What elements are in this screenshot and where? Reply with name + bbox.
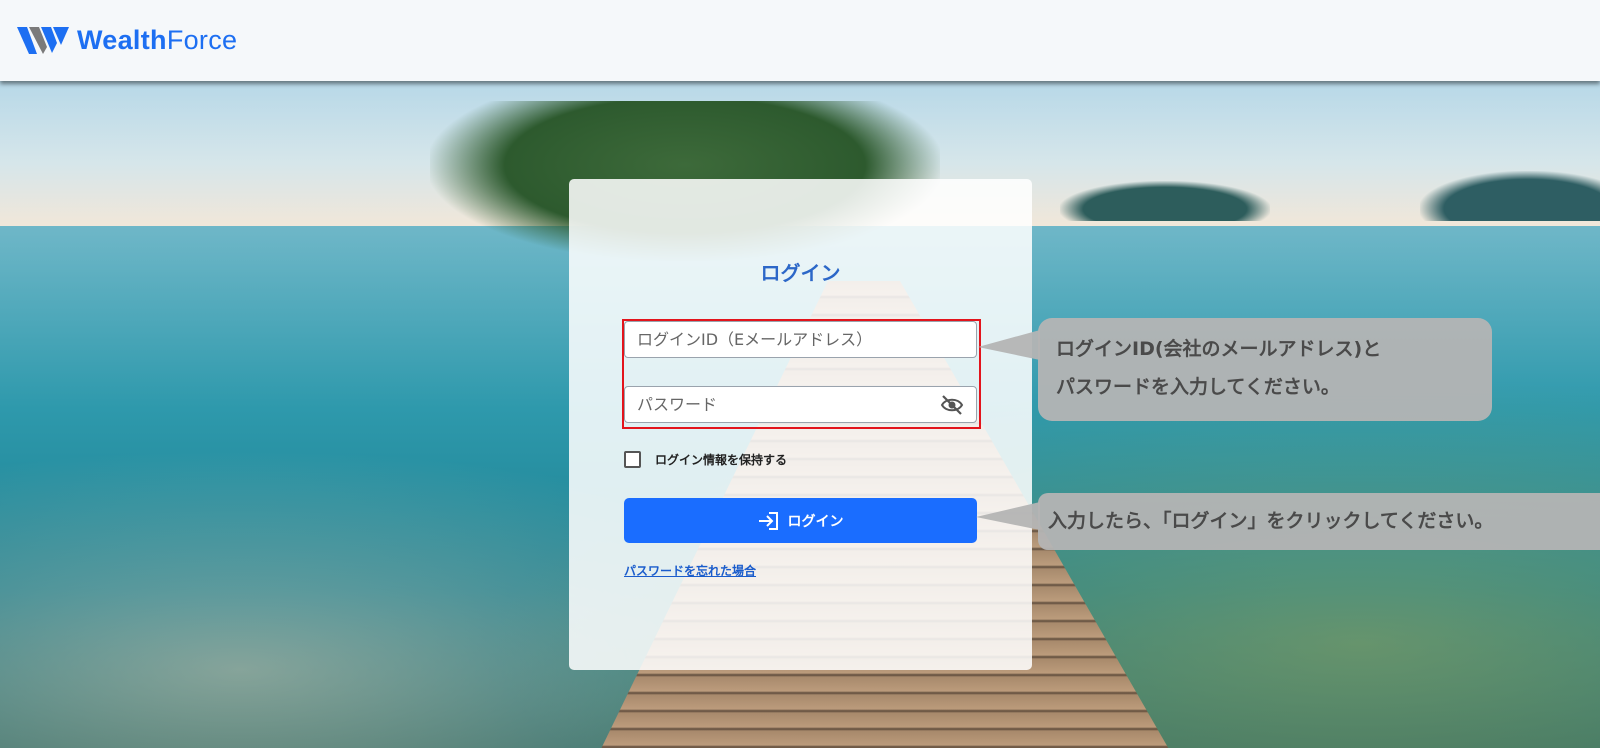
credentials-callout-line1: ログインID(会社のメールアドレス)と	[1056, 338, 1382, 360]
island-far	[1420, 171, 1600, 221]
logo-text: WealthForce	[77, 25, 237, 55]
wealthforce-logo[interactable]: WealthForce	[17, 25, 237, 55]
callout-1-pointer	[978, 330, 1040, 360]
logo-text-wealth: Wealth	[77, 25, 167, 55]
password-field[interactable]	[624, 386, 977, 423]
top-header: WealthForce	[0, 0, 1600, 81]
login-card: ログイン ログイン情報を保持する ログイン パスワードを忘れた場合	[569, 179, 1032, 670]
login-button-label: ログイン	[787, 513, 844, 530]
wealthforce-logo-mark-icon	[17, 27, 69, 54]
eye-off-icon[interactable]	[940, 395, 964, 415]
login-title: ログイン	[760, 261, 841, 285]
credentials-callout-line2: パスワードを入力してください。	[1056, 376, 1340, 398]
password-input[interactable]	[625, 387, 949, 422]
remember-checkbox[interactable]	[624, 451, 641, 468]
forgot-password-link[interactable]: パスワードを忘れた場合	[624, 562, 756, 579]
remember-label: ログイン情報を保持する	[655, 453, 788, 467]
logo-text-force: Force	[166, 25, 238, 55]
login-id-field[interactable]	[624, 321, 977, 358]
credentials-callout: ログインID(会社のメールアドレス)と パスワードを入力してください。	[1038, 318, 1492, 421]
island-right	[1060, 181, 1270, 221]
login-icon	[758, 511, 778, 530]
remember-login[interactable]: ログイン情報を保持する	[624, 451, 787, 468]
login-id-input[interactable]	[625, 322, 949, 357]
login-hint-callout: 入力したら、「ログイン」をクリックしてください。	[1038, 493, 1600, 550]
login-button[interactable]: ログイン	[624, 498, 977, 543]
callout-2-pointer	[976, 502, 1040, 530]
